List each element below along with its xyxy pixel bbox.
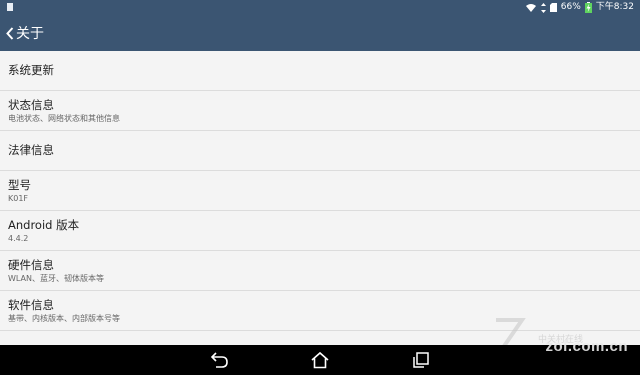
list-item-title: Android 版本 [8, 217, 80, 232]
data-transfer-icon [540, 2, 546, 13]
chevron-left-icon [6, 26, 14, 40]
notification-icon [7, 3, 13, 11]
list-item-subtitle: 电池状态、网络状态和其他信息 [8, 113, 120, 123]
back-icon[interactable] [208, 350, 230, 370]
wifi-icon [525, 3, 536, 12]
sd-card-icon [549, 3, 557, 12]
list-item-title: 软件信息 [8, 297, 54, 312]
list-item-subtitle: 4.4.2 [8, 233, 29, 243]
status-indicators: 66% 下午8:32 [525, 1, 634, 14]
list-item-title: 状态信息 [8, 97, 54, 112]
list-item-subtitle: K01F [8, 193, 29, 203]
back-button[interactable]: 关于 [0, 15, 50, 51]
list-item-subtitle: WLAN、蓝牙、韧体版本等 [8, 273, 105, 283]
page-title: 关于 [16, 26, 44, 42]
list-item-legal[interactable]: 法律信息 [0, 131, 640, 171]
about-settings-list: 系统更新 状态信息 电池状态、网络状态和其他信息 法律信息 型号 K01F An… [0, 51, 640, 331]
battery-percentage: 66% [560, 2, 581, 12]
list-item-system-update[interactable]: 系统更新 [0, 51, 640, 91]
watermark-text: zol.com.cn [545, 338, 628, 355]
battery-charging-icon [584, 2, 592, 13]
list-item-status[interactable]: 状态信息 电池状态、网络状态和其他信息 [0, 91, 640, 131]
home-icon[interactable] [309, 350, 331, 370]
list-item-title: 系统更新 [8, 63, 54, 77]
list-item-title: 法律信息 [8, 143, 54, 157]
list-item-android-version[interactable]: Android 版本 4.4.2 [0, 211, 640, 251]
status-bar: 66% 下午8:32 [0, 0, 640, 15]
list-item-software[interactable]: 软件信息 基带、内核版本、内部版本号等 [0, 291, 640, 331]
list-item-title: 型号 [8, 177, 31, 192]
clock: 下午8:32 [595, 2, 634, 12]
app-bar: 关于 [0, 15, 640, 51]
recents-icon[interactable] [410, 350, 432, 370]
list-item-hardware[interactable]: 硬件信息 WLAN、蓝牙、韧体版本等 [0, 251, 640, 291]
navigation-bar [0, 345, 640, 375]
list-item-subtitle: 基带、内核版本、内部版本号等 [8, 313, 120, 323]
list-item-model[interactable]: 型号 K01F [0, 171, 640, 211]
list-item-title: 硬件信息 [8, 257, 54, 272]
